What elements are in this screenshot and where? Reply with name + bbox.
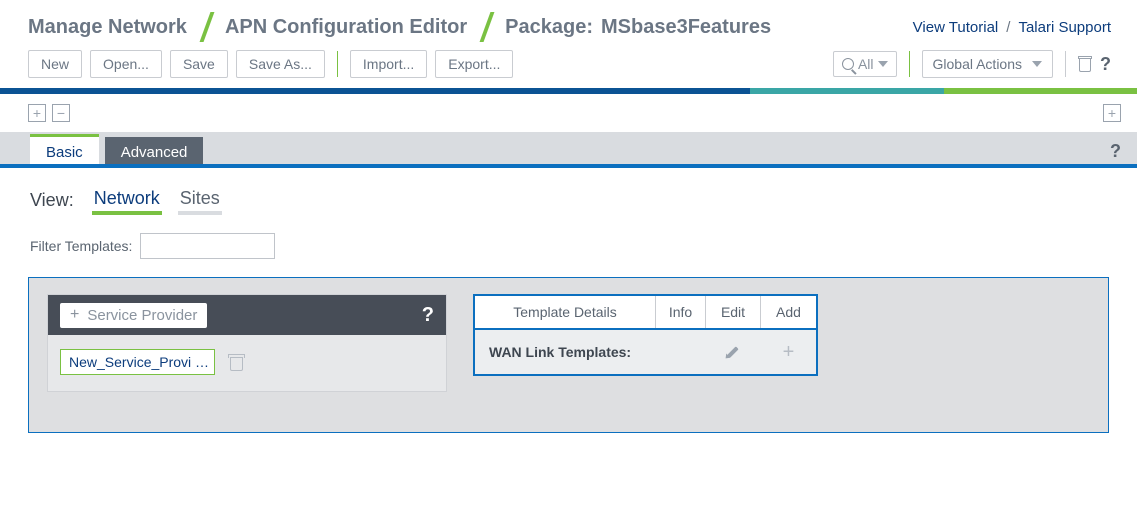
help-icon[interactable]: ? — [1100, 54, 1111, 75]
export-button[interactable]: Export... — [435, 50, 513, 78]
crumb-package-label: Package: — [505, 16, 593, 39]
col-info: Info — [656, 296, 706, 328]
mode-tabstrip: Basic Advanced ? — [0, 132, 1137, 168]
collapse-all-button[interactable]: − — [52, 104, 70, 122]
service-provider-help-icon[interactable]: ? — [422, 304, 434, 327]
search-icon — [842, 58, 854, 70]
add-service-provider-label: Service Provider — [87, 307, 197, 324]
chevron-down-icon — [878, 61, 888, 67]
breadcrumb-sep-icon — [199, 14, 213, 40]
trash-icon[interactable] — [1078, 56, 1092, 72]
new-button[interactable]: New — [28, 50, 82, 78]
add-service-provider-button[interactable]: + Service Provider — [60, 303, 207, 328]
col-add: Add — [761, 296, 816, 328]
template-details-table: Template Details Info Edit Add WAN Link … — [473, 294, 818, 376]
service-provider-card: + Service Provider ? New_Service_Provi … — [47, 294, 447, 392]
expand-right-button[interactable]: + — [1103, 104, 1121, 122]
toolbar: New Open... Save Save As... Import... Ex… — [0, 50, 1137, 88]
wan-link-templates-label: WAN Link Templates: — [475, 330, 656, 374]
delete-service-provider-icon[interactable] — [229, 354, 244, 371]
tab-help-icon[interactable]: ? — [1110, 141, 1121, 162]
accent-strip — [0, 88, 1137, 94]
crumb-manage-network[interactable]: Manage Network — [28, 16, 187, 39]
filter-templates-input[interactable] — [140, 233, 275, 259]
crumb-apn-editor[interactable]: APN Configuration Editor — [225, 16, 467, 39]
tab-advanced[interactable]: Advanced — [105, 137, 204, 168]
save-as-button[interactable]: Save As... — [236, 50, 325, 78]
edit-icon[interactable] — [726, 344, 742, 360]
breadcrumb: Manage Network APN Configuration Editor … — [28, 14, 771, 40]
global-actions-label: Global Actions — [933, 56, 1023, 72]
chevron-down-icon — [1032, 61, 1042, 67]
col-edit: Edit — [706, 296, 761, 328]
col-template-details: Template Details — [475, 296, 656, 328]
crumb-package-value: MSbase3Features — [601, 16, 771, 39]
expand-all-button[interactable]: + — [28, 104, 46, 122]
add-icon[interactable]: + — [783, 342, 795, 362]
tab-basic[interactable]: Basic — [30, 137, 99, 168]
toolbar-separator — [1065, 51, 1066, 77]
search-all-dropdown[interactable]: All — [833, 51, 897, 77]
search-all-label: All — [858, 56, 874, 72]
view-tutorial-link[interactable]: View Tutorial — [913, 19, 999, 36]
plus-icon: + — [70, 307, 79, 323]
templates-panel: + Service Provider ? New_Service_Provi …… — [28, 277, 1109, 433]
breadcrumb-sep-icon — [479, 14, 493, 40]
toolbar-separator — [337, 51, 338, 77]
open-button[interactable]: Open... — [90, 50, 162, 78]
import-button[interactable]: Import... — [350, 50, 427, 78]
view-tab-network[interactable]: Network — [94, 188, 160, 213]
global-actions-dropdown[interactable]: Global Actions — [922, 50, 1054, 78]
view-label: View: — [30, 190, 74, 211]
save-button[interactable]: Save — [170, 50, 228, 78]
header-link-sep: / — [1006, 19, 1010, 36]
talari-support-link[interactable]: Talari Support — [1018, 19, 1111, 36]
filter-templates-label: Filter Templates: — [30, 238, 132, 254]
toolbar-separator — [909, 51, 910, 77]
service-provider-item[interactable]: New_Service_Provi … — [60, 349, 215, 375]
view-tab-sites[interactable]: Sites — [180, 188, 220, 213]
